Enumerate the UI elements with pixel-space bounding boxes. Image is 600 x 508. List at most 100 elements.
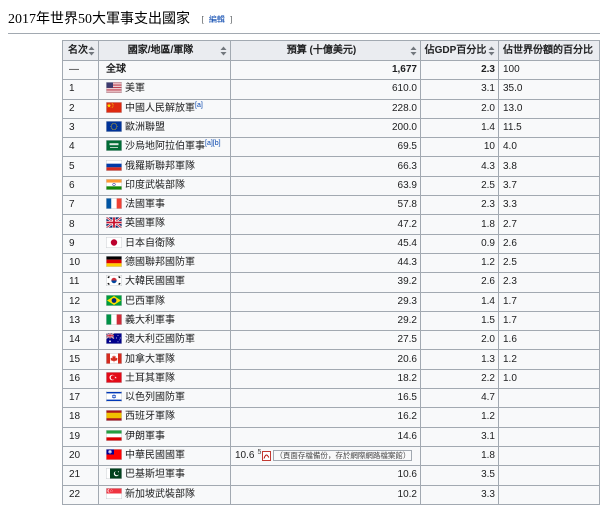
budget-value: 10.6 xyxy=(235,450,255,462)
budget-cell: 57.8 xyxy=(230,195,421,216)
column-header-country[interactable]: 國家/地區/軍隊 xyxy=(98,40,231,61)
rank-cell: 2 xyxy=(62,98,99,119)
share-cell: 2.7 xyxy=(498,214,600,235)
country-link[interactable]: 德國聯邦國防軍 xyxy=(125,257,195,268)
column-header-share[interactable]: 佔世界份額的百分比 xyxy=(498,40,600,61)
germany-flag-icon xyxy=(106,256,122,268)
country-link[interactable]: 歐洲聯盟 xyxy=(125,122,165,133)
share-cell: 2.5 xyxy=(498,252,600,274)
share-cell xyxy=(498,445,600,467)
pakistan-flag-icon xyxy=(106,468,122,480)
edit-link[interactable]: 編輯 xyxy=(209,15,225,24)
column-header-budget[interactable]: 預算 (十億美元) xyxy=(230,40,421,61)
france-flag-icon xyxy=(106,198,122,210)
country-link[interactable]: 以色列國防軍 xyxy=(125,392,185,403)
country-cell: 加拿大軍隊 xyxy=(98,349,231,370)
share-cell xyxy=(498,407,600,428)
footnote-ref[interactable]: [b] xyxy=(213,140,221,147)
country-link[interactable]: 美軍 xyxy=(125,84,145,95)
table-row: 10 德國聯邦國防軍 44.3 1.2 2.5 xyxy=(62,252,600,274)
uk-flag-icon xyxy=(106,217,122,229)
budget-cell: 63.9 xyxy=(230,175,421,197)
country-link[interactable]: 伊朗軍事 xyxy=(125,431,165,442)
country-link[interactable]: 澳大利亞國防軍 xyxy=(125,334,195,345)
budget-cell: 10.6 5 （頁面存檔備份，存於網際網路檔案館） xyxy=(230,445,421,467)
country-link[interactable]: 日本自衛隊 xyxy=(125,238,175,249)
country-cell: 伊朗軍事 xyxy=(98,426,231,447)
budget-cell: 29.2 xyxy=(230,310,421,332)
country-link[interactable]: 土耳其軍隊 xyxy=(125,373,175,384)
archive-link[interactable]: （頁面存檔備份，存於網際網路檔案館） xyxy=(273,450,413,462)
spain-flag-icon xyxy=(106,410,122,422)
country-link[interactable]: 俄羅斯聯邦軍隊 xyxy=(125,161,195,172)
sort-arrows-icon[interactable] xyxy=(488,46,495,56)
rank-cell: 7 xyxy=(62,195,99,216)
rank-cell: 4 xyxy=(62,137,99,158)
rank-cell: 9 xyxy=(62,233,99,254)
table-row: 5 俄羅斯聯邦軍隊 66.3 4.3 3.8 xyxy=(62,156,600,177)
column-header-label: 佔世界份額的百分比 xyxy=(503,44,593,56)
budget-cell: 10.2 xyxy=(230,484,421,505)
japan-flag-icon xyxy=(106,236,122,248)
singapore-flag-icon xyxy=(106,487,122,499)
country-cell: 大韓民國國軍 xyxy=(98,272,231,293)
footnote-ref[interactable]: [a] xyxy=(205,140,213,147)
country-link[interactable]: 巴西軍隊 xyxy=(125,296,165,307)
share-cell xyxy=(498,484,600,505)
share-cell: 13.0 xyxy=(498,98,600,119)
column-header-gdp[interactable]: 佔GDP百分比 xyxy=(420,40,499,61)
edit-section: [ 編輯 ] xyxy=(201,15,232,24)
pdf-icon xyxy=(262,450,272,461)
sort-arrows-icon[interactable] xyxy=(410,46,417,56)
country-link[interactable]: 新加坡武裝部隊 xyxy=(125,489,195,500)
canada-flag-icon xyxy=(106,352,122,364)
source-link[interactable]: 5 xyxy=(257,449,261,456)
share-cell: 2.6 xyxy=(498,233,600,254)
budget-cell: 45.4 xyxy=(230,233,421,254)
budget-cell: 44.3 xyxy=(230,252,421,274)
country-cell: 以色列國防軍 xyxy=(98,388,231,409)
share-cell: 3.3 xyxy=(498,195,600,216)
iran-flag-icon xyxy=(106,429,122,441)
country-link[interactable]: 中國人民解放軍 xyxy=(125,103,195,114)
country-link[interactable]: 沙烏地阿拉伯軍事 xyxy=(125,141,205,152)
table-row: 21 巴基斯坦軍事 10.6 3.5 xyxy=(62,465,600,486)
country-link[interactable]: 中華民國國軍 xyxy=(125,450,185,461)
footnote-ref[interactable]: [a] xyxy=(195,101,203,108)
country-link[interactable]: 大韓民國國軍 xyxy=(125,276,185,287)
rank-cell: 22 xyxy=(62,484,99,505)
country-link[interactable]: 西班牙軍隊 xyxy=(125,412,175,423)
country-cell: 全球 xyxy=(98,59,231,81)
country-link[interactable]: 印度武裝部隊 xyxy=(125,180,185,191)
rank-cell: 19 xyxy=(62,426,99,447)
table-row: 15 加拿大軍隊 20.6 1.3 1.2 xyxy=(62,349,600,370)
section-heading: 2017年世界50大軍事支出國家 [ 編輯 ] xyxy=(8,8,232,30)
gdp-cell: 1.8 xyxy=(420,445,499,467)
country-link[interactable]: 加拿大軍隊 xyxy=(125,354,175,365)
sort-arrows-icon[interactable] xyxy=(88,46,95,56)
sort-arrows-icon[interactable] xyxy=(220,46,227,56)
rank-cell: 1 xyxy=(62,79,99,100)
gdp-cell: 2.0 xyxy=(420,330,499,351)
table-row: 6 印度武裝部隊 63.9 2.5 3.7 xyxy=(62,175,600,197)
budget-cell: 10.6 xyxy=(230,465,421,486)
country-link[interactable]: 法國軍事 xyxy=(125,199,165,210)
gdp-cell: 2.3 xyxy=(420,59,499,81)
country-link[interactable]: 巴基斯坦軍事 xyxy=(125,469,185,480)
gdp-cell: 4.3 xyxy=(420,156,499,177)
table-row: 8 英國軍隊 47.2 1.8 2.7 xyxy=(62,214,600,235)
column-header-label: 預算 (十億美元) xyxy=(286,44,357,56)
table-body: — 全球 1,677 2.3 100 1 美軍 610.0 3.1 35.0 2 中國人民解… xyxy=(62,59,600,505)
saudi-arabia-flag-icon xyxy=(106,140,122,152)
column-header-rank[interactable]: 名次 xyxy=(62,40,99,61)
column-header-label: 名次 xyxy=(68,44,88,56)
gdp-cell: 10 xyxy=(420,137,499,158)
share-cell: 1.7 xyxy=(498,310,600,332)
rank-cell: 5 xyxy=(62,156,99,177)
country-link[interactable]: 義大利軍事 xyxy=(125,315,175,326)
budget-cell: 39.2 xyxy=(230,272,421,293)
gdp-cell: 2.0 xyxy=(420,98,499,119)
country-link[interactable]: 英國軍隊 xyxy=(125,219,165,230)
country-cell: 西班牙軍隊 xyxy=(98,407,231,428)
country-cell: 德國聯邦國防軍 xyxy=(98,252,231,274)
